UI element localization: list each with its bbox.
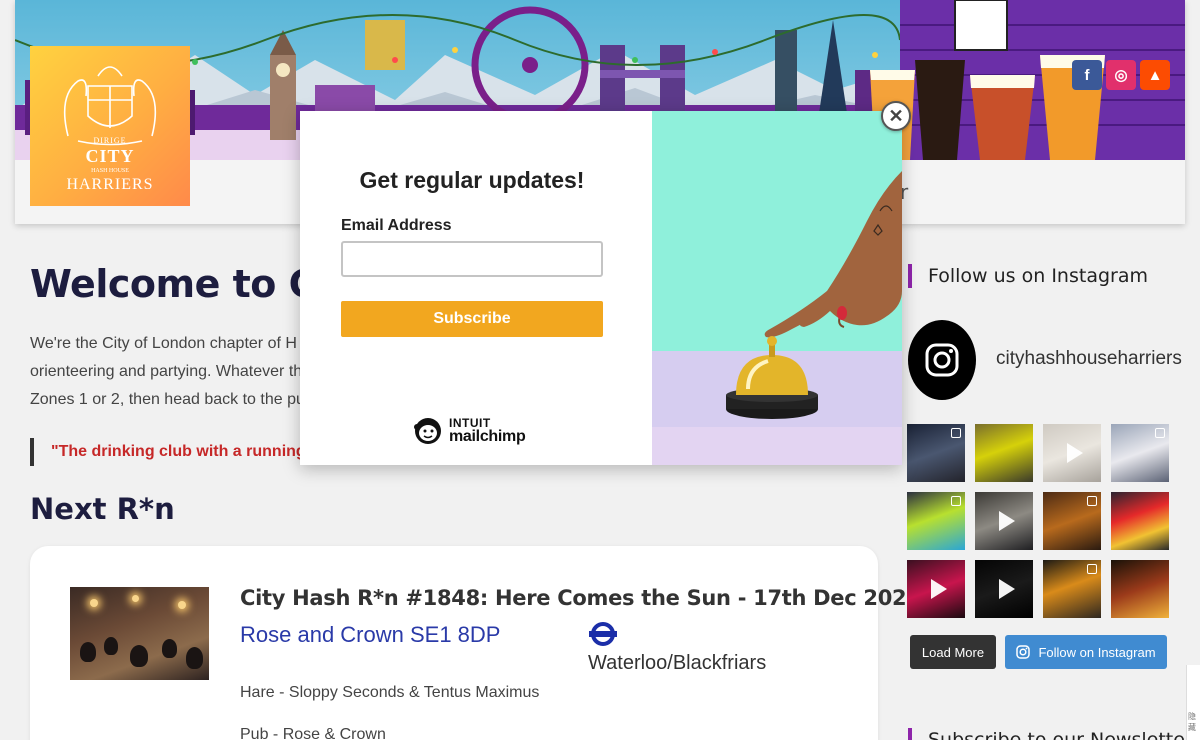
play-icon bbox=[931, 579, 947, 599]
tagline-quote: "The drinking club with a running pr bbox=[30, 438, 326, 466]
instagram-post-thumbnail[interactable] bbox=[1043, 560, 1101, 618]
play-icon bbox=[999, 511, 1015, 531]
carousel-icon bbox=[1087, 496, 1097, 506]
follow-button-label: Follow on Instagram bbox=[1038, 644, 1156, 660]
instagram-handle[interactable]: cityhashhouseharriers bbox=[996, 348, 1182, 370]
instagram-post-thumbnail[interactable] bbox=[1043, 424, 1101, 482]
hand-ringing-bell-image bbox=[652, 111, 902, 465]
instagram-post-thumbnail[interactable] bbox=[975, 492, 1033, 550]
subscribe-button[interactable]: Subscribe bbox=[341, 301, 603, 337]
instagram-post-thumbnail[interactable] bbox=[907, 492, 965, 550]
play-icon bbox=[999, 579, 1015, 599]
carousel-icon bbox=[1087, 564, 1097, 574]
logo-city: CITY bbox=[85, 146, 135, 166]
run-pub: Pub - Rose & Crown bbox=[240, 726, 386, 740]
load-more-button[interactable]: Load More bbox=[910, 635, 996, 669]
run-venue-link[interactable]: Rose and Crown SE1 8DP bbox=[240, 622, 500, 648]
facebook-icon[interactable]: f bbox=[1072, 60, 1102, 90]
instagram-post-thumbnail[interactable] bbox=[907, 424, 965, 482]
hide-tab[interactable]: 隐藏 bbox=[1186, 665, 1200, 740]
logo-motto: DIRIGE bbox=[93, 136, 127, 145]
instagram-icon bbox=[925, 343, 959, 377]
follow-on-instagram-button[interactable]: Follow on Instagram bbox=[1005, 635, 1167, 669]
instagram-profile-avatar[interactable] bbox=[908, 320, 976, 400]
site-logo[interactable]: DIRIGE CITY HASH HOUSE HARRIERS bbox=[30, 46, 190, 206]
instagram-post-thumbnail[interactable] bbox=[975, 424, 1033, 482]
popup-illustration bbox=[652, 111, 902, 465]
nearest-station: Waterloo/Blackfriars bbox=[588, 652, 767, 674]
social-links: f ◎ ▲ bbox=[1072, 60, 1170, 90]
carousel-icon bbox=[1155, 428, 1165, 438]
instagram-post-thumbnail[interactable] bbox=[1111, 492, 1169, 550]
mailchimp-signup-popup: Get regular updates! Email Address Subsc… bbox=[300, 111, 902, 465]
close-popup-button[interactable]: ✕ bbox=[881, 101, 911, 131]
brand-mailchimp: mailchimp bbox=[449, 428, 526, 445]
instagram-post-thumbnail[interactable] bbox=[975, 560, 1033, 618]
logo-harriers: HARRIERS bbox=[66, 176, 154, 193]
instagram-post-thumbnail[interactable] bbox=[1043, 492, 1101, 550]
logo-hash-house: HASH HOUSE bbox=[91, 168, 129, 174]
pub-photo[interactable] bbox=[70, 587, 209, 680]
underground-roundel-icon bbox=[589, 622, 617, 646]
email-field[interactable] bbox=[341, 241, 603, 277]
instagram-heading: Follow us on Instagram bbox=[908, 264, 1148, 288]
instagram-feed-grid bbox=[907, 424, 1171, 618]
email-label: Email Address bbox=[341, 217, 452, 234]
carousel-icon bbox=[951, 496, 961, 506]
play-icon bbox=[1067, 443, 1083, 463]
carousel-icon bbox=[951, 428, 961, 438]
mailchimp-freddie-icon bbox=[414, 418, 441, 444]
mailchimp-brand[interactable]: INTUIT mailchimp bbox=[411, 413, 526, 447]
newsletter-heading: Subscribe to our Newsletter bbox=[908, 728, 1193, 740]
next-run-heading: Next R*n bbox=[30, 492, 175, 526]
run-title[interactable]: City Hash R*n #1848: Here Comes the Sun … bbox=[240, 586, 921, 610]
popup-heading: Get regular updates! bbox=[359, 167, 585, 193]
run-hares: Hare - Sloppy Seconds & Tentus Maximus bbox=[240, 684, 540, 701]
next-run-card: City Hash R*n #1848: Here Comes the Sun … bbox=[30, 546, 921, 740]
instagram-post-thumbnail[interactable] bbox=[1111, 424, 1169, 482]
instagram-post-thumbnail[interactable] bbox=[1111, 560, 1169, 618]
instagram-icon bbox=[1016, 645, 1031, 659]
instagram-icon[interactable]: ◎ bbox=[1106, 60, 1136, 90]
instagram-post-thumbnail[interactable] bbox=[907, 560, 965, 618]
signup-form: Get regular updates! Email Address Subsc… bbox=[300, 111, 652, 465]
strava-icon[interactable]: ▲ bbox=[1140, 60, 1170, 90]
